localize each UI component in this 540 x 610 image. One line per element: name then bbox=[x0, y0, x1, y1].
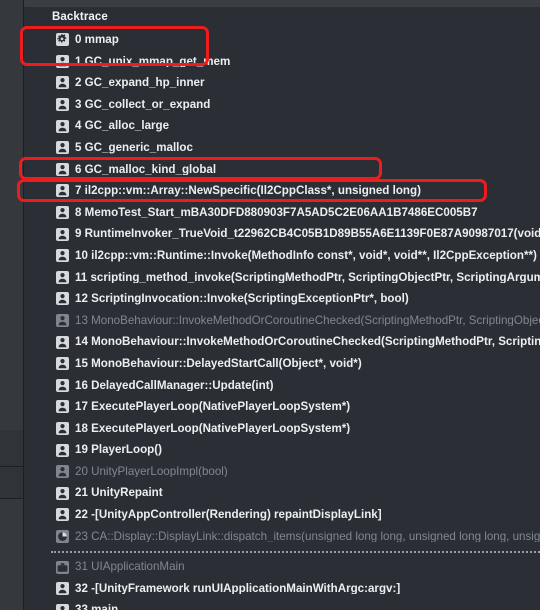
backtrace-frame-row[interactable]: 17 ExecutePlayerLoop(NativePlayerLoopSys… bbox=[25, 396, 540, 418]
frame-label: 5 GC_generic_malloc bbox=[75, 141, 193, 154]
backtrace-frame-row[interactable]: 20 UnityPlayerLoopImpl(bool) bbox=[25, 461, 540, 483]
backtrace-frame-row[interactable]: 22 -[UnityAppController(Rendering) repai… bbox=[25, 504, 540, 526]
person-icon bbox=[56, 582, 69, 596]
person-icon bbox=[56, 443, 69, 457]
person-icon bbox=[56, 249, 69, 263]
frame-label: 33 main bbox=[75, 604, 540, 610]
frame-label: 13 MonoBehaviour::InvokeMethodOrCoroutin… bbox=[75, 314, 540, 327]
frame-label: 7 il2cpp::vm::Array::NewSpecific(Il2CppC… bbox=[75, 185, 421, 197]
debugger-left-gutter[interactable] bbox=[0, 0, 24, 610]
backtrace-frame-row[interactable]: 31 UIApplicationMain bbox=[25, 556, 540, 578]
person-icon bbox=[56, 465, 69, 479]
person-icon bbox=[56, 378, 69, 392]
person-icon bbox=[56, 270, 69, 284]
frame-label: 2 GC_expand_hp_inner bbox=[75, 77, 205, 89]
collapsed-frames-separator bbox=[25, 547, 540, 556]
person-icon bbox=[56, 292, 69, 306]
backtrace-frame-row[interactable]: 8 MemoTest_Start_mBA30DFD880903F7A5AD5C2… bbox=[25, 202, 540, 224]
frame-label: 11 scripting_method_invoke(ScriptingMeth… bbox=[75, 271, 540, 284]
frame-label: 4 GC_alloc_large bbox=[75, 120, 170, 132]
gutter-band bbox=[0, 430, 23, 466]
backtrace-frame-row[interactable]: 23 CA::Display::DisplayLink::dispatch_it… bbox=[25, 526, 540, 548]
backtrace-frame-row[interactable]: 0 mmap bbox=[25, 29, 540, 51]
frame-label: 8 MemoTest_Start_mBA30DFD880903F7A5AD5C2… bbox=[75, 206, 478, 219]
backtrace-frame-row[interactable]: 7 il2cpp::vm::Array::NewSpecific(Il2CppC… bbox=[25, 180, 540, 202]
backtrace-frame-row[interactable]: 2 GC_expand_hp_inner bbox=[25, 72, 540, 94]
backtrace-frame-list[interactable]: 0 mmap 1 GC_unix_mmap_get_mem 2 GC_expand_… bbox=[25, 29, 540, 610]
gear-icon bbox=[56, 33, 69, 47]
gutter-rule bbox=[0, 466, 23, 467]
frame-label: 16 DelayedCallManager::Update(int) bbox=[75, 379, 274, 392]
frame-label: 1 GC_unix_mmap_get_mem bbox=[75, 55, 231, 68]
backtrace-frame-row[interactable]: 12 ScriptingInvocation::Invoke(Scripting… bbox=[25, 288, 540, 310]
person-icon bbox=[56, 357, 69, 371]
backtrace-frame-row[interactable]: 15 MonoBehaviour::DelayedStartCall(Objec… bbox=[25, 353, 540, 375]
person-icon bbox=[56, 54, 69, 68]
person-icon bbox=[56, 508, 69, 522]
frame-label: 32 -[UnityFramework runUIApplicationMain… bbox=[75, 582, 401, 595]
backtrace-frame-row[interactable]: 14 MonoBehaviour::InvokeMethodOrCoroutin… bbox=[25, 331, 540, 353]
frame-label: 20 UnityPlayerLoopImpl(bool) bbox=[75, 465, 228, 478]
person-icon bbox=[56, 76, 69, 90]
frame-label: 31 UIApplicationMain bbox=[75, 561, 185, 573]
frame-label: 15 MonoBehaviour::DelayedStartCall(Objec… bbox=[75, 357, 362, 370]
backtrace-frame-row[interactable]: 10 il2cpp::vm::Runtime::Invoke(MethodInf… bbox=[25, 245, 540, 267]
gutter-band bbox=[0, 466, 23, 498]
backtrace-frame-row[interactable]: 3 GC_collect_or_expand bbox=[25, 94, 540, 116]
gutter-rule bbox=[0, 498, 23, 499]
backtrace-frame-row[interactable]: 13 MonoBehaviour::InvokeMethodOrCoroutin… bbox=[25, 310, 540, 332]
backtrace-frame-row[interactable]: 5 GC_generic_malloc bbox=[25, 137, 540, 159]
person-icon bbox=[56, 98, 69, 112]
frame-label: 21 UnityRepaint bbox=[75, 487, 163, 500]
backtrace-frame-row[interactable]: 21 UnityRepaint bbox=[25, 482, 540, 504]
person-icon bbox=[56, 486, 69, 500]
backtrace-frame-row[interactable]: 1 GC_unix_mmap_get_mem bbox=[25, 51, 540, 73]
frame-label: 19 PlayerLoop() bbox=[75, 444, 162, 456]
frame-label: 18 ExecutePlayerLoop(NativePlayerLoopSys… bbox=[75, 422, 351, 435]
person-icon bbox=[56, 162, 69, 176]
frame-label: 0 mmap bbox=[75, 34, 119, 46]
backtrace-frame-row[interactable]: 11 scripting_method_invoke(ScriptingMeth… bbox=[25, 267, 540, 289]
coreanimation-icon bbox=[56, 529, 69, 543]
page-title: Backtrace bbox=[52, 11, 108, 23]
backtrace-frame-row[interactable]: 16 DelayedCallManager::Update(int) bbox=[25, 375, 540, 397]
backtrace-frame-row[interactable]: 4 GC_alloc_large bbox=[25, 115, 540, 137]
frame-label: 12 ScriptingInvocation::Invoke(Scripting… bbox=[75, 293, 409, 305]
person-icon bbox=[56, 141, 69, 155]
person-icon bbox=[56, 603, 69, 610]
debugger-backtrace-pane: Backtrace 0 mmap 1 GC_unix_mmap_get_mem 2 … bbox=[0, 0, 540, 610]
person-icon bbox=[56, 119, 69, 133]
backtrace-frame-row[interactable]: 9 RuntimeInvoker_TrueVoid_t22962CB4C05B1… bbox=[25, 223, 540, 245]
person-icon bbox=[56, 314, 69, 328]
frame-label: 22 -[UnityAppController(Rendering) repai… bbox=[75, 509, 382, 521]
frame-label: 23 CA::Display::DisplayLink::dispatch_it… bbox=[75, 530, 540, 543]
person-icon bbox=[56, 206, 69, 220]
backtrace-frame-row[interactable]: 33 main bbox=[25, 599, 540, 610]
person-icon bbox=[56, 227, 69, 241]
person-icon bbox=[56, 184, 69, 198]
backtrace-frame-row[interactable]: 19 PlayerLoop() bbox=[25, 439, 540, 461]
frame-label: 3 GC_collect_or_expand bbox=[75, 98, 211, 111]
person-icon bbox=[56, 335, 69, 349]
backtrace-frame-row[interactable]: 18 ExecutePlayerLoop(NativePlayerLoopSys… bbox=[25, 418, 540, 440]
frame-label: 14 MonoBehaviour::InvokeMethodOrCoroutin… bbox=[75, 336, 540, 348]
person-icon bbox=[56, 421, 69, 435]
frame-label: 17 ExecutePlayerLoop(NativePlayerLoopSys… bbox=[75, 401, 351, 413]
briefcase-icon bbox=[56, 560, 69, 574]
backtrace-frame-row[interactable]: 6 GC_malloc_kind_global bbox=[25, 159, 540, 181]
backtrace-frame-row[interactable]: 32 -[UnityFramework runUIApplicationMain… bbox=[25, 578, 540, 600]
frame-label: 10 il2cpp::vm::Runtime::Invoke(MethodInf… bbox=[75, 249, 537, 262]
frame-label: 9 RuntimeInvoker_TrueVoid_t22962CB4C05B1… bbox=[75, 228, 540, 240]
frame-label: 6 GC_malloc_kind_global bbox=[75, 163, 217, 176]
person-icon bbox=[56, 400, 69, 414]
backtrace-panel: Backtrace 0 mmap 1 GC_unix_mmap_get_mem 2 … bbox=[25, 7, 540, 610]
